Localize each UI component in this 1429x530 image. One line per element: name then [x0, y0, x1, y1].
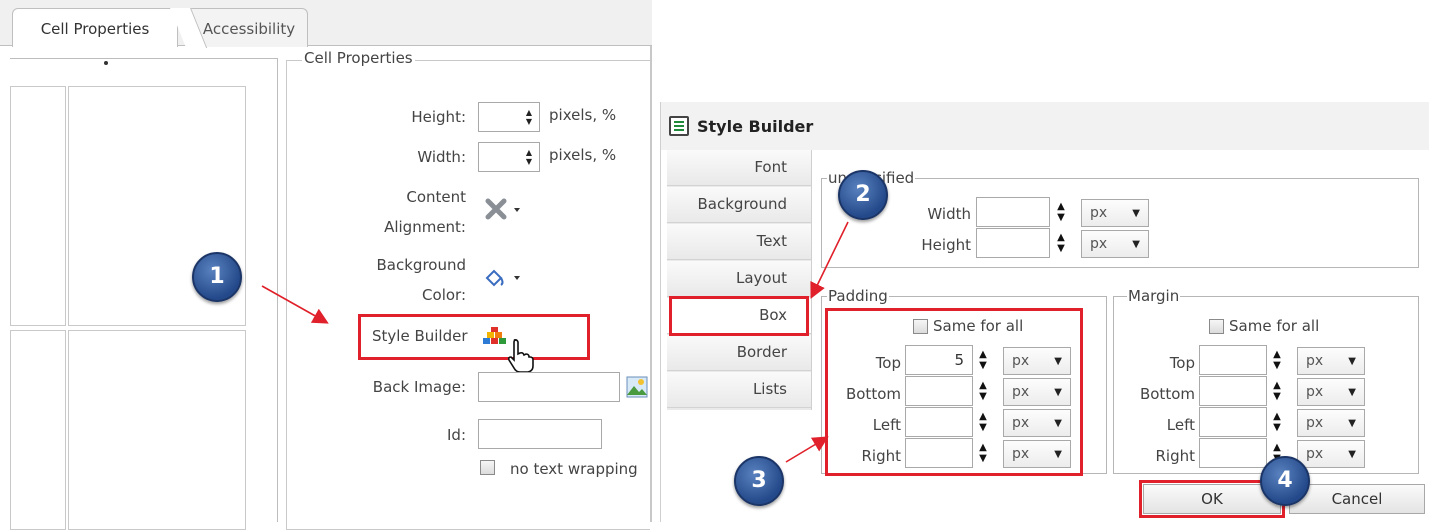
- callout-badge-4: 4: [1260, 456, 1310, 506]
- callout-badge-3: 3: [734, 456, 784, 506]
- tab-cell-properties[interactable]: Cell Properties: [12, 8, 178, 47]
- arrow-1: [261, 285, 329, 324]
- arrow-3: [785, 436, 829, 463]
- callout-badge-1: 1: [192, 252, 242, 302]
- arrow-2: [810, 221, 849, 299]
- callout-badge-2: 2: [838, 170, 888, 220]
